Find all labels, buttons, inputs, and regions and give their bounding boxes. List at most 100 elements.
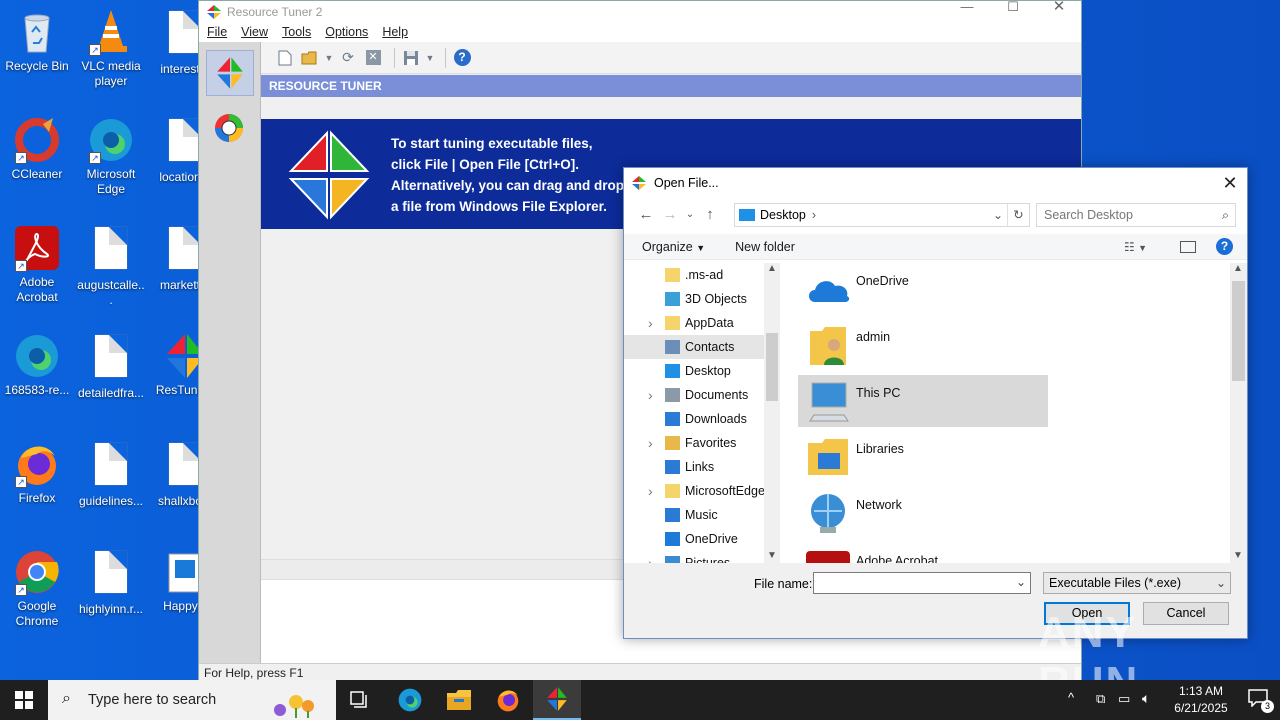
open-dropdown-icon[interactable]: ▼ <box>325 48 334 68</box>
file-item[interactable]: admin <box>798 319 1048 371</box>
new-file-button[interactable] <box>275 48 295 68</box>
desktop-icon-augustcalle[interactable]: augustcalle... <box>74 224 148 308</box>
desktop-icon-detailedfra[interactable]: detailedfra... <box>74 332 148 401</box>
minimize-button[interactable]: — <box>944 0 990 22</box>
open-file-button[interactable] <box>300 48 320 68</box>
save-button[interactable] <box>401 48 421 68</box>
file-type-select[interactable]: Executable Files (*.exe) ⌄ <box>1043 572 1231 594</box>
menu-tools[interactable]: Tools <box>282 25 311 39</box>
view-options-button[interactable]: ☷ ▼ <box>1124 240 1147 254</box>
expand-chevron-icon[interactable]: › <box>648 315 653 331</box>
taskbar-file-explorer[interactable] <box>435 680 483 720</box>
expand-chevron-icon[interactable]: › <box>648 387 653 403</box>
scroll-down-icon[interactable]: ▼ <box>767 550 777 561</box>
taskbar-resource-tuner[interactable] <box>533 680 581 720</box>
tree-item[interactable]: › Favorites <box>624 431 779 455</box>
expand-chevron-icon[interactable]: › <box>648 435 653 451</box>
scroll-up-icon[interactable]: ▲ <box>767 263 777 274</box>
tray-overflow-icon[interactable]: ^ <box>1068 690 1074 705</box>
tree-item[interactable]: › Documents <box>624 383 779 407</box>
back-button[interactable]: ← <box>634 203 658 227</box>
file-name-input[interactable]: ⌄ <box>813 572 1031 594</box>
refresh-icon[interactable]: ↻ <box>1007 204 1029 226</box>
file-item[interactable]: Adobe Acrobat <box>798 543 1048 563</box>
tree-item[interactable]: Links <box>624 455 779 479</box>
task-view-button[interactable] <box>336 680 384 720</box>
close-icon: ✕ <box>1222 173 1238 193</box>
menu-options[interactable]: Options <box>325 25 368 39</box>
dialog-help-button[interactable]: ? <box>1216 238 1233 255</box>
menu-view[interactable]: View <box>241 25 268 39</box>
tree-item[interactable]: OneDrive <box>624 527 779 551</box>
folder-icon <box>665 412 680 426</box>
notifications-button[interactable]: 3 <box>1248 689 1274 713</box>
taskbar-edge[interactable] <box>386 680 434 720</box>
expand-chevron-icon[interactable]: › <box>648 483 653 499</box>
refresh-button[interactable]: ⟳ <box>338 48 358 68</box>
tree-item[interactable]: 3D Objects <box>624 287 779 311</box>
taskbar-firefox[interactable] <box>484 680 532 720</box>
save-dropdown-icon[interactable]: ▼ <box>426 48 435 68</box>
scrollbar-thumb[interactable] <box>1232 281 1245 381</box>
tree-item[interactable]: › Pictures <box>624 551 779 563</box>
maximize-button[interactable]: ☐ <box>990 0 1036 22</box>
tree-item[interactable]: Contacts <box>624 335 779 359</box>
chevron-down-icon[interactable]: ⌄ <box>1016 575 1026 589</box>
menu-help[interactable]: Help <box>382 25 408 39</box>
resource-tuner-icon <box>632 176 646 190</box>
desktop-icon-guidelines[interactable]: guidelines... <box>74 440 148 509</box>
address-bar[interactable]: Desktop › ⌄ ↻ <box>734 203 1030 227</box>
side-color-wheel-button[interactable] <box>213 112 245 144</box>
tree-item[interactable]: Music <box>624 503 779 527</box>
tree-item[interactable]: .ms-ad <box>624 263 779 287</box>
network-status-icon[interactable]: ⧉ <box>1096 691 1105 707</box>
desktop-icon-vlc[interactable]: ↗ VLC media player <box>74 8 148 89</box>
tree-item[interactable]: Desktop <box>624 359 779 383</box>
close-file-button[interactable]: ✕ <box>363 48 383 68</box>
file-item[interactable]: OneDrive <box>798 263 1048 315</box>
expand-chevron-icon[interactable]: › <box>648 555 653 563</box>
dialog-close-button[interactable]: ✕ <box>1219 172 1241 194</box>
tree-item[interactable]: › AppData <box>624 311 779 335</box>
desktop-icon-highlyinn[interactable]: highlyinn.r... <box>74 548 148 617</box>
clock[interactable]: 1:13 AM 6/21/2025 <box>1166 683 1236 717</box>
start-button[interactable] <box>0 680 48 720</box>
forward-button[interactable]: → <box>658 203 682 227</box>
help-button[interactable]: ? <box>452 48 472 68</box>
menu-file[interactable]: File <box>207 25 227 39</box>
file-list-scrollbar[interactable]: ▲ ▼ <box>1230 263 1247 563</box>
file-item[interactable]: Network <box>798 487 1048 539</box>
new-folder-button[interactable]: New folder <box>735 240 795 254</box>
scroll-up-icon[interactable]: ▲ <box>1233 263 1243 274</box>
desktop-icon-ccleaner[interactable]: ↗ CCleaner <box>0 116 74 182</box>
desktop-icon-edge[interactable]: ↗ Microsoft Edge <box>74 116 148 197</box>
search-box[interactable]: Search Desktop ⌕ <box>1036 203 1236 227</box>
organize-button[interactable]: Organize ▼ <box>642 240 705 254</box>
file-item[interactable]: This PC <box>798 375 1048 427</box>
desktop-icon-firefox[interactable]: ↗ Firefox <box>0 440 74 506</box>
tree-scrollbar[interactable]: ▲ ▼ <box>764 263 780 563</box>
tree-item[interactable]: Downloads <box>624 407 779 431</box>
search-icon: ⌕ <box>1221 207 1229 222</box>
chevron-down-icon: ⌄ <box>685 209 695 220</box>
scrollbar-thumb[interactable] <box>766 333 778 401</box>
scroll-down-icon[interactable]: ▼ <box>1233 550 1243 561</box>
tree-item[interactable]: › MicrosoftEdge <box>624 479 779 503</box>
preview-pane-button[interactable] <box>1180 240 1196 253</box>
desktop-icon-adobe-acrobat[interactable]: ↗ Adobe Acrobat <box>0 224 74 305</box>
desktop-icon-google-chrome[interactable]: ↗ Google Chrome <box>0 548 74 629</box>
desktop-icon-label: CCleaner <box>11 167 63 181</box>
file-item[interactable]: Libraries <box>798 431 1048 483</box>
network-icon[interactable]: ▭ <box>1118 691 1130 707</box>
taskbar-search-box[interactable]: ⌕ Type here to search <box>48 680 336 720</box>
address-dropdown-icon[interactable]: ⌄ <box>993 208 1003 222</box>
side-resource-tuner-button[interactable] <box>206 50 254 96</box>
window-titlebar[interactable]: Resource Tuner 2 — ☐ ✕ <box>199 0 1082 22</box>
volume-icon[interactable]: 🔈︎ <box>1142 690 1150 707</box>
up-button[interactable]: ↑ <box>698 203 722 227</box>
close-window-button[interactable]: ✕ <box>1036 0 1082 22</box>
desktop-icon-168583[interactable]: 168583-re... <box>0 332 74 398</box>
recent-locations-button[interactable]: ⌄ <box>682 203 698 227</box>
dialog-titlebar[interactable]: Open File... <box>624 168 1247 198</box>
desktop-icon-recycle-bin[interactable]: Recycle Bin <box>0 8 74 74</box>
